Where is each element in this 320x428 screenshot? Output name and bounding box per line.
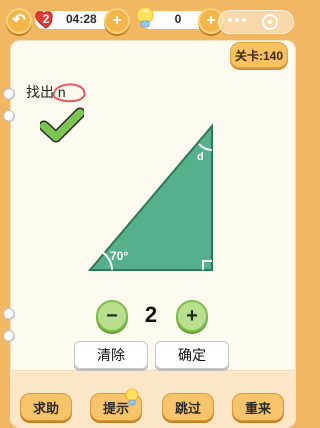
level-badge: 关卡:140 <box>230 42 288 68</box>
help-label: 求助 <box>32 400 59 416</box>
ring-hole <box>3 330 15 342</box>
close-miniapp-button[interactable] <box>262 14 278 30</box>
dot-icon <box>242 18 246 22</box>
back-arrow-icon: ↶ <box>12 12 26 29</box>
help-button[interactable]: 求助 <box>20 393 72 421</box>
close-icon <box>268 20 272 24</box>
clear-button[interactable]: 清除 <box>74 341 148 369</box>
angle-label-d: d <box>197 151 204 163</box>
timer-text: 04:28 <box>66 12 97 26</box>
add-lives-button[interactable]: + <box>104 8 130 34</box>
plus-icon: + <box>186 304 198 327</box>
top-bar: ↶ 2 04:28 + 0 + <box>0 0 300 44</box>
confirm-label: 确定 <box>178 347 206 363</box>
increment-button[interactable]: + <box>176 300 208 332</box>
triangle-diagram: 70° d <box>87 123 213 271</box>
hint-button[interactable]: 提示 <box>90 388 142 421</box>
ring-hole <box>3 88 15 100</box>
hint-bulb <box>135 5 155 31</box>
restart-label: 重来 <box>244 400 271 416</box>
hint-count: 0 <box>174 12 182 26</box>
ring-hole <box>3 110 15 122</box>
ring-hole <box>3 308 15 320</box>
lightbulb-icon <box>125 388 139 406</box>
minus-icon: − <box>106 304 118 327</box>
lives-count: 2 <box>42 12 50 26</box>
answer-stepper: − 2 + <box>96 300 208 334</box>
more-menu-button[interactable] <box>228 18 252 24</box>
skip-label: 跳过 <box>174 400 201 416</box>
decrement-button[interactable]: − <box>96 300 128 332</box>
back-button[interactable]: ↶ <box>6 8 32 34</box>
restart-button[interactable]: 重来 <box>232 393 284 421</box>
highlight-circle-icon <box>52 83 86 103</box>
lives-heart: 2 <box>34 7 58 31</box>
lightbulb-icon <box>136 6 154 28</box>
angle-label-70: 70° <box>110 249 128 263</box>
plus-icon: + <box>206 12 216 29</box>
confirm-button[interactable]: 确定 <box>155 341 229 369</box>
dot-icon <box>228 18 232 22</box>
clear-label: 清除 <box>97 347 125 363</box>
plus-icon: + <box>112 12 122 29</box>
dot-icon <box>235 18 239 22</box>
skip-button[interactable]: 跳过 <box>162 393 214 421</box>
answer-value: 2 <box>144 302 158 327</box>
checkmark-icon <box>40 107 84 143</box>
